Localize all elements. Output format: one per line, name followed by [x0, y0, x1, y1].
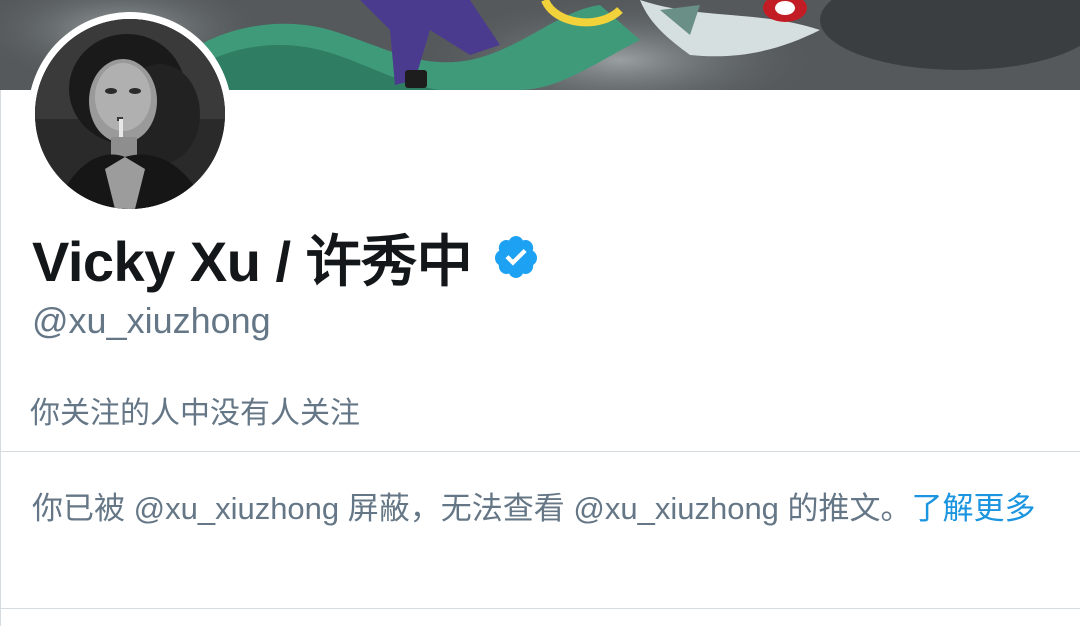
learn-more-link[interactable]: 了解更多	[912, 491, 1036, 526]
display-name: Vicky Xu / 许秀中	[32, 229, 473, 293]
avatar-photo	[35, 19, 225, 209]
timeline-left-border	[0, 90, 1, 626]
profile-name-row: Vicky Xu / 许秀中	[32, 222, 540, 293]
profile-page: Vicky Xu / 许秀中 @xu_xiuzhong 你关注的人中没有人关注 …	[0, 0, 1080, 626]
section-divider-bottom	[0, 608, 1080, 609]
blocked-notice: 你已被 @xu_xiuzhong 屏蔽，无法查看 @xu_xiuzhong 的推…	[32, 484, 1052, 534]
section-divider	[0, 451, 1080, 452]
profile-handle: @xu_xiuzhong	[32, 300, 271, 341]
blocked-notice-text: 你已被 @xu_xiuzhong 屏蔽，无法查看 @xu_xiuzhong 的推…	[32, 491, 912, 526]
followers-you-know[interactable]: 你关注的人中没有人关注	[30, 388, 360, 432]
verified-badge-icon	[492, 233, 540, 281]
avatar[interactable]	[35, 19, 225, 209]
